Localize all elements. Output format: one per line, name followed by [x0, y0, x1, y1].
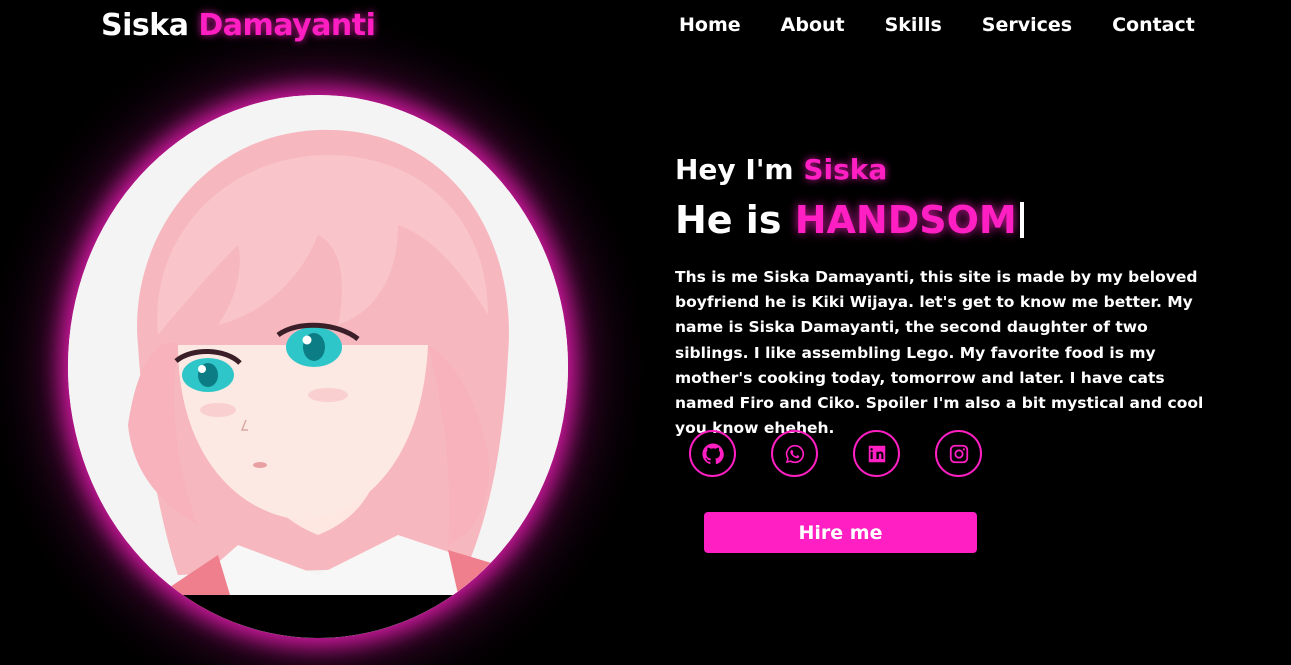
logo-last-name: Damayanti — [198, 8, 376, 43]
linkedin-icon — [868, 445, 885, 462]
nav-services[interactable]: Services — [982, 14, 1072, 36]
site-logo[interactable]: Siska Damayanti — [101, 8, 376, 43]
page: Siska Damayanti Home About Skills Servic… — [0, 0, 1291, 665]
main-nav: Home About Skills Services Contact — [679, 14, 1195, 36]
instagram-link[interactable] — [935, 430, 982, 477]
typing-caret — [1019, 202, 1024, 238]
nav-home[interactable]: Home — [679, 14, 741, 36]
greeting-heading: Hey I'm Siska — [675, 153, 887, 186]
social-links — [689, 430, 982, 477]
github-link[interactable] — [689, 430, 736, 477]
linkedin-link[interactable] — [853, 430, 900, 477]
role-heading: He is HANDSOM — [675, 198, 1024, 242]
github-icon — [701, 442, 724, 464]
greeting-name: Siska — [803, 153, 888, 186]
profile-portrait — [68, 95, 568, 638]
bio-paragraph: Ths is me Siska Damayanti, this site is … — [675, 268, 1204, 438]
whatsapp-icon — [785, 444, 804, 463]
logo-first-name: Siska — [101, 8, 189, 43]
nav-contact[interactable]: Contact — [1112, 14, 1195, 36]
whatsapp-link[interactable] — [771, 430, 818, 477]
role-prefix: He is — [675, 198, 782, 242]
nav-skills[interactable]: Skills — [885, 14, 942, 36]
nav-about[interactable]: About — [781, 14, 845, 36]
role-word: HANDSOM — [794, 198, 1017, 242]
anime-portrait-illustration — [68, 95, 568, 638]
greeting-prefix: Hey I'm — [675, 153, 794, 186]
instagram-icon — [949, 444, 968, 463]
hire-me-button[interactable]: Hire me — [704, 512, 977, 553]
